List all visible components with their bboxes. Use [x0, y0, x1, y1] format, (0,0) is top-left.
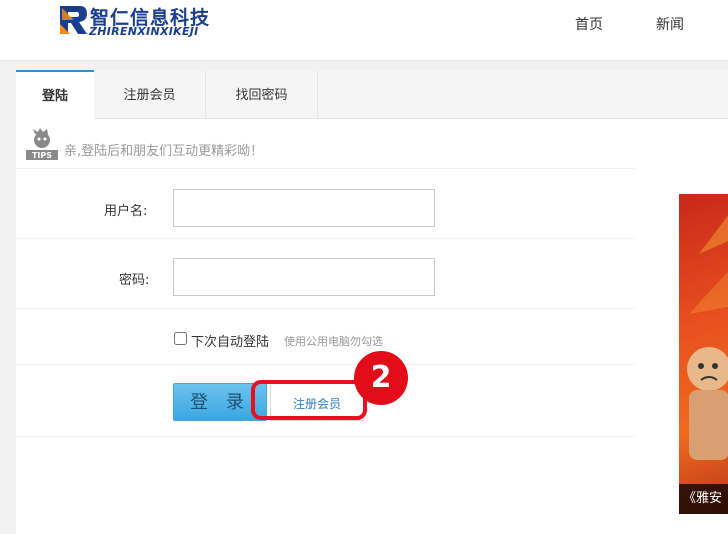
tips-mascot-icon: TIPS: [26, 128, 58, 160]
site-header: 智仁信息科技 ZHIRENXINXIKEJI 首页 新闻: [0, 0, 728, 61]
banner-illustration-icon: [687, 215, 728, 460]
tab-bar: 登陆 注册会员 找回密码: [16, 70, 728, 119]
login-panel: 登陆 注册会员 找回密码 TIPS 亲,登陆后和朋友们互动更精彩呦！ 用户名: …: [16, 70, 728, 534]
username-input[interactable]: [173, 189, 435, 227]
tab-recover-password[interactable]: 找回密码: [206, 70, 318, 118]
auto-login-hint: 使用公用电脑勿勾选: [284, 335, 383, 348]
nav-news-link[interactable]: 新闻: [656, 14, 684, 34]
logo-english-text: ZHIRENXINXIKEJI: [89, 25, 199, 38]
login-form: 用户名: 密码: 下次自动登陆 使用公用电脑勿勾选 登 录 注册会员 2: [16, 168, 636, 458]
row-divider: [16, 238, 636, 239]
nav-home-link[interactable]: 首页: [575, 14, 603, 34]
row-divider: [16, 308, 636, 309]
row-divider: [16, 436, 636, 437]
password-input[interactable]: [173, 258, 435, 296]
row-divider: [16, 364, 636, 365]
site-logo[interactable]: 智仁信息科技 ZHIRENXINXIKEJI: [58, 4, 218, 38]
tips-text: 亲,登陆后和朋友们互动更精彩呦！: [64, 144, 264, 159]
tab-register[interactable]: 注册会员: [94, 70, 206, 118]
annotation-step-badge: 2: [354, 351, 408, 405]
tips-row: TIPS 亲,登陆后和朋友们互动更精彩呦！: [24, 128, 664, 162]
logo-mark-icon: [58, 4, 88, 36]
auto-login-checkbox[interactable]: [174, 332, 187, 345]
annotation-highlight-box: [251, 380, 367, 420]
promo-banner[interactable]: 《雅安: [679, 194, 728, 514]
password-label: 密码:: [119, 273, 150, 288]
username-label: 用户名:: [104, 204, 148, 219]
tips-badge-text: TIPS: [32, 151, 52, 160]
banner-caption: 《雅安: [679, 484, 728, 514]
row-divider: [16, 168, 636, 169]
tab-login[interactable]: 登陆: [16, 70, 94, 119]
auto-login-label[interactable]: 下次自动登陆: [191, 331, 269, 350]
